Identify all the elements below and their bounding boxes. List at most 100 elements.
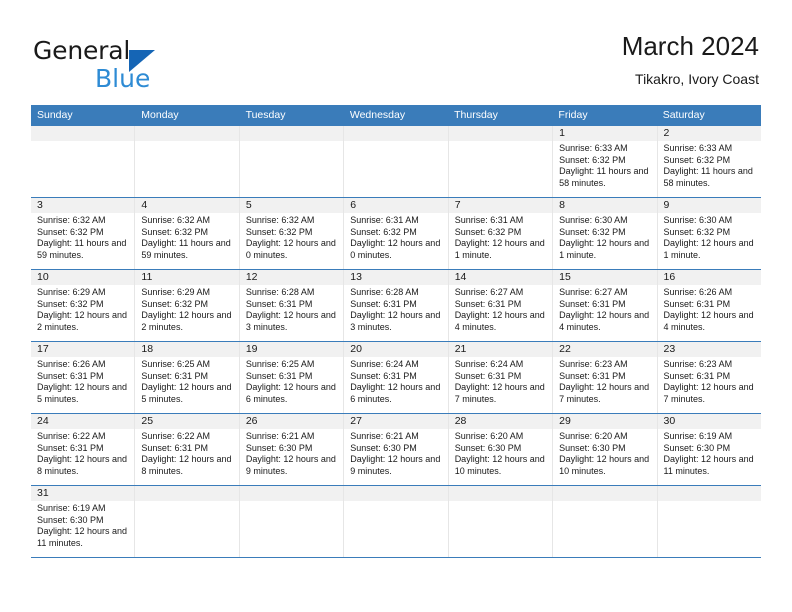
calendar-day-cell[interactable]: 5 Sunrise: 6:32 AM Sunset: 6:32 PM Daylight… <box>239 198 345 269</box>
calendar-day-cell[interactable]: 4 Sunrise: 6:32 AM Sunset: 6:32 PM Daylight… <box>135 198 240 269</box>
sunrise-text: Sunrise: 6:28 AM <box>245 287 315 297</box>
day-number-band: 2 <box>657 126 761 141</box>
calendar-day-cell[interactable]: 26 Sunrise: 6:21 AM Sunset: 6:30 PM Dayligh… <box>239 414 345 485</box>
sunrise-text: Sunrise: 6:32 AM <box>245 215 315 225</box>
sunrise-text: Sunrise: 6:25 AM <box>245 359 315 369</box>
day-number-band: 9 <box>657 198 761 213</box>
calendar-day-cell[interactable]: 1 Sunrise: 6:33 AM Sunset: 6:32 PM Daylight… <box>553 126 658 197</box>
day-number: 15 <box>559 271 571 283</box>
sunrise-text: Sunrise: 6:23 AM <box>559 359 628 369</box>
daylight-text: Daylight: 11 hours and 59 minutes. <box>141 238 231 260</box>
weekday-header-friday: Friday <box>558 109 588 121</box>
calendar-day-cell[interactable]: 3 Sunrise: 6:32 AM Sunset: 6:32 PM Daylight… <box>31 198 136 269</box>
day-sun-info: Sunrise: 6:28 AM Sunset: 6:31 PM Daylight:… <box>344 285 447 337</box>
sunrise-text: Sunrise: 6:25 AM <box>141 359 210 369</box>
day-sun-info: Sunrise: 6:24 AM Sunset: 6:31 PM Daylight:… <box>344 357 447 409</box>
sunrise-text: Sunrise: 6:29 AM <box>141 287 210 297</box>
day-number: 9 <box>663 199 670 211</box>
day-number-band: 27 <box>344 414 448 429</box>
day-number: 1 <box>559 127 565 139</box>
calendar-day-cell[interactable]: 20 Sunrise: 6:24 AM Sunset: 6:31 PM Dayligh… <box>344 342 449 413</box>
calendar-day-cell[interactable]: 8 Sunrise: 6:30 AM Sunset: 6:32 PM Daylight… <box>553 198 658 269</box>
day-number-band <box>135 126 239 141</box>
day-number: 30 <box>663 415 676 427</box>
calendar-day-cell[interactable]: 15 Sunrise: 6:27 AM Sunset: 6:31 PM Dayligh… <box>553 270 658 341</box>
day-number: 3 <box>37 199 43 211</box>
daylight-text: Daylight: 12 hours and 10 minutes. <box>559 454 650 476</box>
sunrise-text: Sunrise: 6:22 AM <box>37 431 106 441</box>
day-sun-info: Sunrise: 6:22 AM Sunset: 6:31 PM Daylight:… <box>31 429 134 481</box>
day-sun-info: Sunrise: 6:31 AM Sunset: 6:32 PM Daylight:… <box>449 213 552 265</box>
sunrise-text: Sunrise: 6:33 AM <box>559 143 628 153</box>
day-sun-info: Sunrise: 6:24 AM Sunset: 6:31 PM Daylight:… <box>449 357 552 409</box>
day-number-band: 19 <box>239 342 344 357</box>
daylight-text: Daylight: 12 hours and 7 minutes. <box>559 382 650 404</box>
sunrise-text: Sunrise: 6:26 AM <box>663 287 733 297</box>
daylight-text: Daylight: 12 hours and 2 minutes. <box>141 310 232 332</box>
day-sun-info: Sunrise: 6:20 AM Sunset: 6:30 PM Daylight:… <box>553 429 656 481</box>
day-number: 6 <box>350 199 357 211</box>
sunset-text: Sunset: 6:32 PM <box>245 226 313 237</box>
day-number: 18 <box>141 343 154 355</box>
page-subtitle: Tikakro, Ivory Coast <box>635 71 759 87</box>
sunset-text: Sunset: 6:31 PM <box>454 298 522 309</box>
page-title: March 2024 <box>621 31 759 61</box>
day-number-band <box>553 486 657 501</box>
calendar-week-row: 3 Sunrise: 6:32 AM Sunset: 6:32 PM Daylight… <box>31 198 761 270</box>
day-number-band: 5 <box>239 198 344 213</box>
calendar-day-cell[interactable]: 18 Sunrise: 6:25 AM Sunset: 6:31 PM Dayligh… <box>135 342 240 413</box>
day-number: 31 <box>37 487 49 499</box>
sunset-text: Sunset: 6:30 PM <box>245 442 313 453</box>
sunrise-text: Sunrise: 6:23 AM <box>663 359 733 369</box>
general-blue-logo[interactable]: General Blue <box>33 38 263 94</box>
calendar-day-cell[interactable]: 12 Sunrise: 6:28 AM Sunset: 6:31 PM Dayligh… <box>239 270 345 341</box>
day-sun-info: Sunrise: 6:30 AM Sunset: 6:32 PM Daylight:… <box>658 213 761 265</box>
calendar-day-cell[interactable]: 19 Sunrise: 6:25 AM Sunset: 6:31 PM Dayligh… <box>239 342 345 413</box>
calendar-day-cell[interactable]: 24 Sunrise: 6:22 AM Sunset: 6:31 PM Dayligh… <box>31 414 136 485</box>
calendar-grid: Sunday Monday Tuesday Wednesday Thursday Frid… <box>31 105 761 558</box>
day-number-band <box>344 486 448 501</box>
calendar-day-cell[interactable]: 11 Sunrise: 6:29 AM Sunset: 6:32 PM Dayligh… <box>135 270 240 341</box>
calendar-day-cell[interactable]: 16 Sunrise: 6:26 AM Sunset: 6:31 PM Dayligh… <box>657 270 761 341</box>
calendar-day-cell[interactable]: 25 Sunrise: 6:22 AM Sunset: 6:31 PM Dayligh… <box>135 414 240 485</box>
day-sun-info: Sunrise: 6:19 AM Sunset: 6:30 PM Daylight:… <box>31 501 134 553</box>
daylight-text: Daylight: 12 hours and 1 minute. <box>559 238 650 260</box>
calendar-day-cell[interactable]: 17 Sunrise: 6:26 AM Sunset: 6:31 PM Dayligh… <box>31 342 136 413</box>
sunset-text: Sunset: 6:32 PM <box>141 298 208 309</box>
day-number: 17 <box>37 343 49 355</box>
day-number: 10 <box>37 271 49 283</box>
daylight-text: Daylight: 12 hours and 4 minutes. <box>559 310 650 332</box>
calendar-week-row: 17 Sunrise: 6:26 AM Sunset: 6:31 PM Dayligh… <box>31 342 761 414</box>
weekday-header-tuesday: Tuesday <box>245 109 286 121</box>
sunrise-text: Sunrise: 6:19 AM <box>37 503 106 513</box>
calendar-day-cell[interactable]: 22 Sunrise: 6:23 AM Sunset: 6:31 PM Dayligh… <box>553 342 658 413</box>
calendar-day-cell[interactable]: 13 Sunrise: 6:28 AM Sunset: 6:31 PM Dayligh… <box>344 270 449 341</box>
day-number: 28 <box>454 415 467 427</box>
calendar-day-cell[interactable]: 28 Sunrise: 6:20 AM Sunset: 6:30 PM Dayligh… <box>448 414 554 485</box>
calendar-day-cell[interactable]: 9 Sunrise: 6:30 AM Sunset: 6:32 PM Daylight… <box>657 198 761 269</box>
calendar-day-cell[interactable]: 10 Sunrise: 6:29 AM Sunset: 6:32 PM Dayligh… <box>31 270 136 341</box>
calendar-day-cell[interactable]: 29 Sunrise: 6:20 AM Sunset: 6:30 PM Dayligh… <box>553 414 658 485</box>
day-number: 7 <box>454 199 461 211</box>
day-sun-info: Sunrise: 6:26 AM Sunset: 6:31 PM Daylight:… <box>658 285 761 337</box>
calendar-day-cell[interactable]: 2 Sunrise: 6:33 AM Sunset: 6:32 PM Daylight… <box>657 126 761 197</box>
sunset-text: Sunset: 6:32 PM <box>37 298 104 309</box>
day-number: 5 <box>245 199 252 211</box>
calendar-day-cell[interactable]: 23 Sunrise: 6:23 AM Sunset: 6:31 PM Dayligh… <box>657 342 761 413</box>
calendar-day-cell[interactable]: 21 Sunrise: 6:24 AM Sunset: 6:31 PM Dayligh… <box>448 342 554 413</box>
sunrise-text: Sunrise: 6:31 AM <box>350 215 419 225</box>
calendar-day-cell[interactable]: 31 Sunrise: 6:19 AM Sunset: 6:30 PM Dayligh… <box>31 486 136 557</box>
sunrise-text: Sunrise: 6:32 AM <box>37 215 106 225</box>
sunset-text: Sunset: 6:31 PM <box>141 442 208 453</box>
calendar-day-cell-empty <box>239 486 345 557</box>
sunset-text: Sunset: 6:31 PM <box>141 370 208 381</box>
calendar-day-cell[interactable]: 27 Sunrise: 6:21 AM Sunset: 6:30 PM Dayligh… <box>344 414 449 485</box>
sunrise-text: Sunrise: 6:29 AM <box>37 287 106 297</box>
calendar-day-cell[interactable]: 7 Sunrise: 6:31 AM Sunset: 6:32 PM Daylight… <box>448 198 554 269</box>
day-number-band: 23 <box>657 342 761 357</box>
calendar-day-cell[interactable]: 6 Sunrise: 6:31 AM Sunset: 6:32 PM Daylight… <box>344 198 449 269</box>
title-block: March 2024 Tikakro, Ivory Coast <box>622 30 759 89</box>
calendar-day-cell[interactable]: 14 Sunrise: 6:27 AM Sunset: 6:31 PM Dayligh… <box>448 270 554 341</box>
day-sun-info: Sunrise: 6:32 AM Sunset: 6:32 PM Daylight:… <box>135 213 238 265</box>
calendar-day-cell[interactable]: 30 Sunrise: 6:19 AM Sunset: 6:30 PM Dayligh… <box>657 414 761 485</box>
